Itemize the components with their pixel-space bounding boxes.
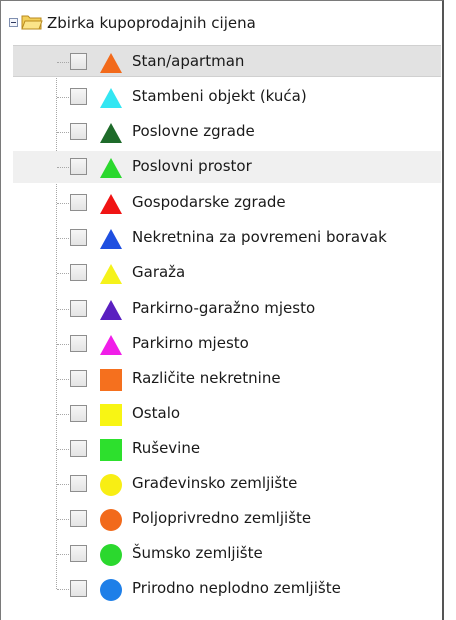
layer-item[interactable]: Poslovne zgrade	[13, 116, 441, 148]
layer-item[interactable]: Šumsko zemljište	[13, 538, 441, 570]
layer-item-label: Poljoprivredno zemljište	[132, 509, 312, 527]
tree-branch-line	[57, 273, 69, 274]
layer-visibility-checkbox[interactable]	[70, 580, 87, 597]
layer-visibility-checkbox[interactable]	[70, 264, 87, 281]
layer-item[interactable]: Gospodarske zgrade	[13, 187, 441, 219]
layer-visibility-checkbox[interactable]	[70, 229, 87, 246]
layer-tree-panel: Zbirka kupoprodajnih cijena Stan/apartma…	[0, 0, 444, 620]
collapse-toggle-icon[interactable]	[9, 18, 18, 27]
layer-visibility-checkbox[interactable]	[70, 194, 87, 211]
circle-yellow-icon	[99, 473, 123, 497]
triangle-dark-green-icon	[99, 121, 123, 145]
folder-open-icon	[21, 13, 43, 31]
square-orange-icon	[99, 368, 123, 392]
layer-item-label: Građevinsko zemljište	[132, 474, 298, 492]
layer-visibility-checkbox[interactable]	[70, 510, 87, 527]
circle-green-icon	[99, 543, 123, 567]
layer-item-label: Prirodno neplodno zemljište	[132, 579, 341, 597]
tree-branch-line	[57, 238, 69, 239]
tree-branch-line	[57, 589, 69, 590]
triangle-yellow-icon	[99, 262, 123, 286]
layer-item[interactable]: Ostalo	[13, 398, 441, 430]
layer-visibility-checkbox[interactable]	[70, 300, 87, 317]
layer-item-label: Nekretnina za povremeni boravak	[132, 228, 387, 246]
tree-branch-line	[57, 449, 69, 450]
triangle-blue-icon	[99, 227, 123, 251]
layer-visibility-checkbox[interactable]	[70, 123, 87, 140]
layer-visibility-checkbox[interactable]	[70, 335, 87, 352]
tree-branch-line	[57, 414, 69, 415]
triangle-purple-icon	[99, 298, 123, 322]
layer-item[interactable]: Nekretnina za povremeni boravak	[13, 222, 441, 254]
circle-orange-icon	[99, 508, 123, 532]
layer-item[interactable]: Građevinsko zemljište	[13, 468, 441, 500]
layer-item-label: Stambeni objekt (kuća)	[132, 87, 307, 105]
layer-item-label: Gospodarske zgrade	[132, 193, 286, 211]
layer-item-label: Različite nekretnine	[132, 369, 281, 387]
layer-visibility-checkbox[interactable]	[70, 370, 87, 387]
tree-root-label: Zbirka kupoprodajnih cijena	[47, 14, 256, 32]
square-green-icon	[99, 438, 123, 462]
triangle-cyan-icon	[99, 86, 123, 110]
tree-branch-line	[57, 97, 69, 98]
layer-item[interactable]: Poslovni prostor	[13, 151, 441, 183]
triangle-red-icon	[99, 192, 123, 216]
tree-branch-line	[57, 309, 69, 310]
layer-visibility-checkbox[interactable]	[70, 545, 87, 562]
layer-visibility-checkbox[interactable]	[70, 405, 87, 422]
layer-item-label: Ostalo	[132, 404, 181, 422]
tree-root-node[interactable]: Zbirka kupoprodajnih cijena	[1, 9, 441, 37]
circle-blue-icon	[99, 578, 123, 602]
layer-item-label: Parkirno-garažno mjesto	[132, 299, 316, 317]
layer-visibility-checkbox[interactable]	[70, 158, 87, 175]
tree-branch-line	[57, 344, 69, 345]
layer-visibility-checkbox[interactable]	[70, 88, 87, 105]
layer-visibility-checkbox[interactable]	[70, 440, 87, 457]
layer-item-label: Garaža	[132, 263, 186, 281]
tree-branch-line	[57, 132, 69, 133]
layer-item-label: Parkirno mjesto	[132, 334, 249, 352]
triangle-magenta-icon	[99, 333, 123, 357]
tree-branch-line	[57, 62, 69, 63]
layer-visibility-checkbox[interactable]	[70, 475, 87, 492]
layer-item-label: Poslovni prostor	[132, 157, 252, 175]
layer-item[interactable]: Garaža	[13, 257, 441, 289]
tree-branch-line	[57, 203, 69, 204]
tree-branch-line	[57, 379, 69, 380]
tree-branch-line	[57, 167, 69, 168]
triangle-orange-icon	[99, 51, 123, 75]
tree-branch-line	[57, 484, 69, 485]
layer-item[interactable]: Ruševine	[13, 433, 441, 465]
layer-item[interactable]: Prirodno neplodno zemljište	[13, 573, 441, 605]
tree-branch-line	[57, 519, 69, 520]
layer-item[interactable]: Stan/apartman	[13, 45, 441, 77]
layer-item[interactable]: Parkirno mjesto	[13, 328, 441, 360]
square-yellow-icon	[99, 403, 123, 427]
layer-item[interactable]: Parkirno-garažno mjesto	[13, 293, 441, 325]
tree-branch-line	[57, 554, 69, 555]
layer-item-label: Ruševine	[132, 439, 201, 457]
layer-item[interactable]: Različite nekretnine	[13, 363, 441, 395]
layer-item-label: Šumsko zemljište	[132, 544, 263, 562]
layer-visibility-checkbox[interactable]	[70, 53, 87, 70]
layer-item[interactable]: Stambeni objekt (kuća)	[13, 81, 441, 113]
layer-item-label: Stan/apartman	[132, 52, 245, 70]
layer-item-label: Poslovne zgrade	[132, 122, 255, 140]
layer-item[interactable]: Poljoprivredno zemljište	[13, 503, 441, 535]
triangle-green-icon	[99, 156, 123, 180]
